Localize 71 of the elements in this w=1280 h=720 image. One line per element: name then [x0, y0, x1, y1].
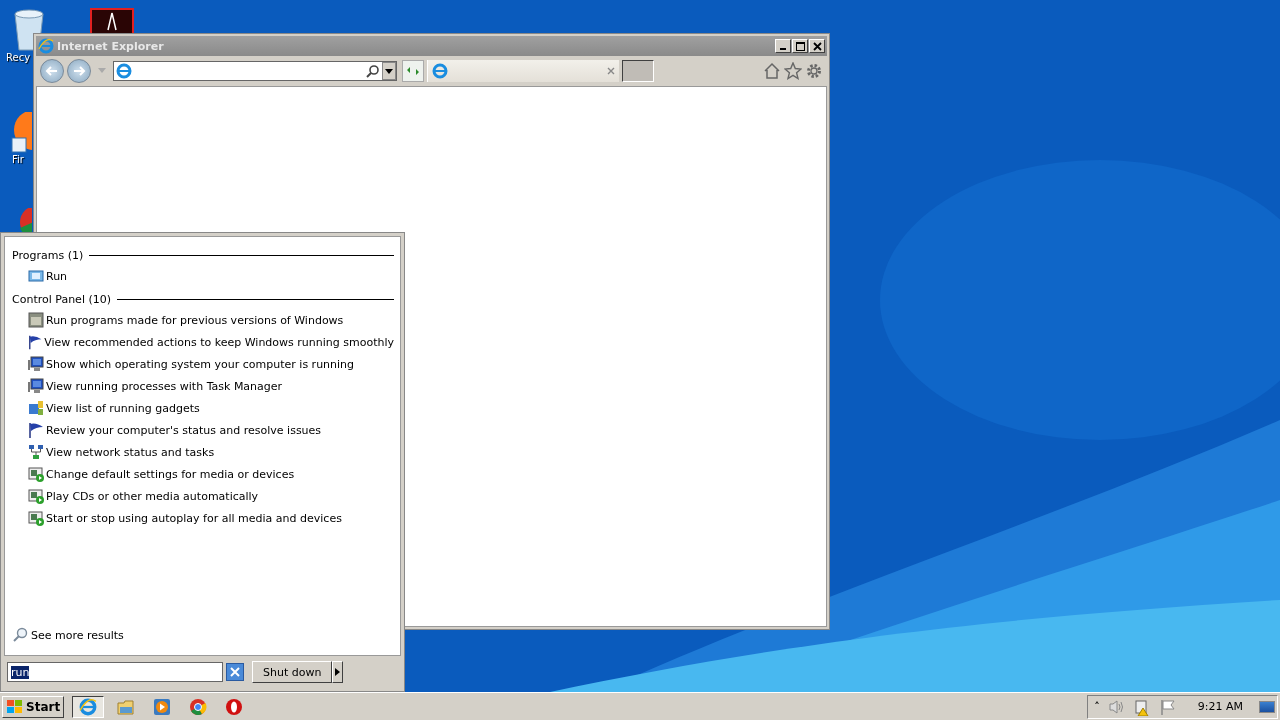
- search-result-item[interactable]: Run programs made for previous versions of Windows: [12, 309, 394, 331]
- speaker-icon[interactable]: [1107, 698, 1126, 715]
- address-field[interactable]: [113, 61, 397, 81]
- close-button[interactable]: [809, 39, 825, 53]
- settings-icon[interactable]: [805, 62, 823, 80]
- search-result-item[interactable]: Run: [12, 265, 394, 287]
- caret-icon: [335, 668, 341, 676]
- search-result-item[interactable]: Start or stop using autoplay for all media and devices: [12, 507, 394, 529]
- flag-icon: [28, 334, 43, 350]
- desktop-icon-label: Fir: [11, 154, 24, 165]
- caret-icon: [385, 68, 393, 74]
- shut-down-options-button[interactable]: [332, 661, 344, 683]
- search-result-item[interactable]: Play CDs or other media automatically: [12, 485, 394, 507]
- search-result-item[interactable]: Review your computer's status and resolve issues: [12, 419, 394, 441]
- shut-down-button[interactable]: Shut down: [252, 661, 333, 683]
- folder-icon: [117, 697, 136, 716]
- network-icon: [28, 444, 44, 460]
- window-title: Internet Explorer: [57, 39, 164, 53]
- show-hidden-icons-button[interactable]: ˄: [1094, 700, 1100, 713]
- browser-logo-icon: [79, 697, 98, 716]
- media-icon: [28, 510, 44, 526]
- close-icon: [812, 41, 822, 51]
- run-icon: [28, 269, 44, 283]
- document-icon[interactable]: [90, 8, 134, 34]
- window-icon: [28, 312, 44, 328]
- search-result-item[interactable]: View recommended actions to keep Windows running smoothly: [12, 331, 394, 353]
- windows-logo-icon: [6, 698, 24, 715]
- refresh-icon: [406, 65, 420, 77]
- clear-search-button[interactable]: [226, 663, 244, 681]
- group-heading: Programs (1): [12, 248, 84, 262]
- taskbar-app-button[interactable]: [72, 695, 105, 718]
- media-player-icon: [153, 697, 172, 716]
- circle-logo-icon: [225, 697, 244, 716]
- star-icon[interactable]: [784, 62, 802, 80]
- flag-icon: [28, 422, 44, 438]
- browser-logo-icon: [38, 38, 54, 54]
- search-icon: [12, 627, 28, 643]
- forward-button[interactable]: [67, 59, 91, 83]
- search-result-item[interactable]: Show which operating system your computer is running: [12, 353, 394, 375]
- search-field[interactable]: run: [7, 662, 223, 682]
- search-result-item[interactable]: View running processes with Task Manager: [12, 375, 394, 397]
- close-tab-icon[interactable]: [607, 67, 615, 75]
- refresh-button[interactable]: [402, 60, 424, 82]
- page-icon: [116, 63, 132, 79]
- new-tab-button[interactable]: [622, 60, 654, 82]
- search-result-item[interactable]: View list of running gadgets: [12, 397, 394, 419]
- group-heading: Control Panel (10): [12, 292, 111, 306]
- address-dropdown-button[interactable]: [382, 62, 396, 80]
- back-button[interactable]: [40, 59, 64, 83]
- flag-icon[interactable]: [1159, 698, 1176, 715]
- media-icon: [28, 466, 44, 482]
- show-desktop-button[interactable]: [1259, 700, 1275, 713]
- media-icon: [28, 488, 44, 504]
- minimize-button[interactable]: [775, 39, 791, 53]
- search-icon[interactable]: [366, 64, 380, 78]
- maximize-icon: [795, 41, 805, 51]
- monitor-icon: [28, 378, 44, 394]
- search-result-item[interactable]: Change default settings for media or devices: [12, 463, 394, 485]
- start-button[interactable]: Start: [2, 695, 65, 718]
- gadgets-icon: [28, 400, 44, 416]
- clock[interactable]: 9:21 AM: [1197, 700, 1243, 713]
- back-arrow-icon: [45, 64, 59, 78]
- forward-arrow-icon: [72, 64, 86, 78]
- close-icon: [230, 667, 240, 677]
- see-more-results-link[interactable]: See more results: [12, 627, 124, 643]
- desktop-icon-label: Recy: [5, 52, 31, 63]
- monitor-icon: [28, 356, 44, 372]
- search-result-item[interactable]: View network status and tasks: [12, 441, 394, 463]
- home-icon[interactable]: [763, 62, 781, 80]
- maximize-button[interactable]: [792, 39, 808, 53]
- page-icon: [432, 63, 448, 79]
